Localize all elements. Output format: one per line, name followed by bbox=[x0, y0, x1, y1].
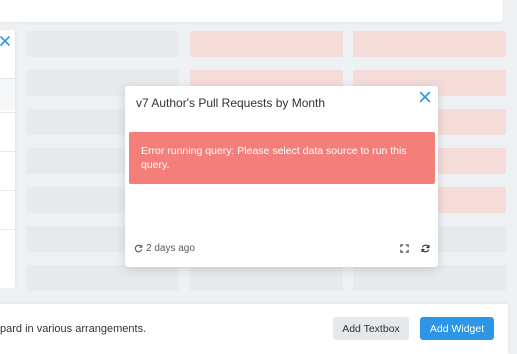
divider bbox=[0, 78, 15, 79]
placeholder-cell bbox=[353, 31, 506, 57]
expand-icon[interactable] bbox=[400, 243, 409, 253]
placeholder-cell bbox=[27, 31, 179, 57]
divider bbox=[0, 229, 15, 230]
divider bbox=[0, 112, 15, 113]
left-side-panel bbox=[0, 30, 15, 288]
placeholder-cell bbox=[27, 265, 179, 291]
error-alert: Error running query: Please select data … bbox=[129, 132, 435, 184]
widget-title: v7 Author's Pull Requests by Month bbox=[136, 96, 326, 110]
widget-actions bbox=[400, 243, 430, 253]
dashboard-edit-bar: pard in various arrangements. Add Textbo… bbox=[0, 304, 508, 354]
help-text: pard in various arrangements. bbox=[0, 323, 147, 335]
refresh-clock-icon bbox=[134, 244, 143, 252]
placeholder-cell bbox=[190, 265, 343, 291]
add-widget-button[interactable]: Add Widget bbox=[420, 317, 494, 340]
divider bbox=[0, 151, 15, 152]
close-icon[interactable] bbox=[418, 90, 432, 104]
refresh-icon[interactable] bbox=[421, 244, 430, 253]
error-message: Error running query: Please select data … bbox=[141, 145, 407, 171]
panel-row-highlight bbox=[0, 78, 15, 110]
add-textbox-button[interactable]: Add Textbox bbox=[333, 317, 409, 340]
placeholder-cell bbox=[190, 31, 343, 57]
widget-card: v7 Author's Pull Requests by Month Error… bbox=[125, 86, 438, 267]
last-updated-text: 2 days ago bbox=[146, 242, 195, 254]
widget-footer: 2 days ago bbox=[134, 241, 430, 255]
placeholder-cell bbox=[353, 265, 506, 291]
top-panel bbox=[0, 0, 503, 22]
panel-close-icon[interactable] bbox=[0, 34, 12, 48]
divider bbox=[0, 190, 15, 191]
